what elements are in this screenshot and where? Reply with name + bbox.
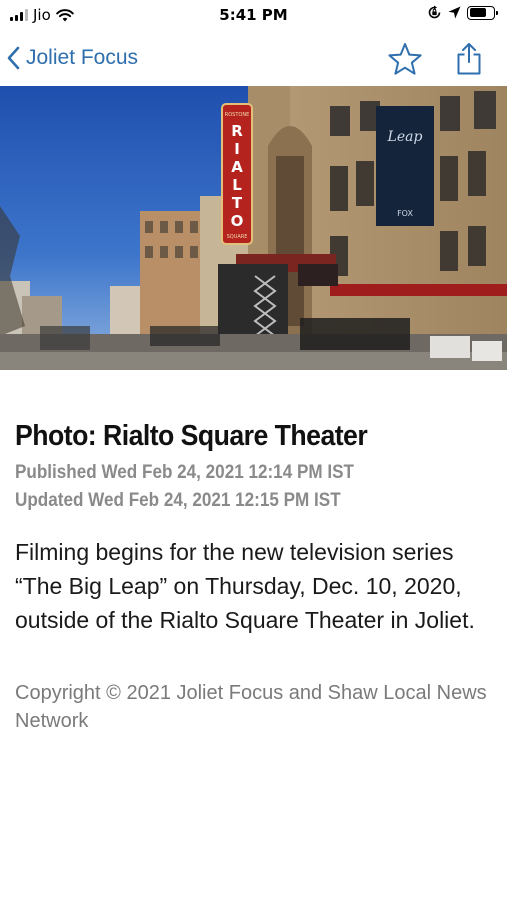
svg-text:L: L [232,176,242,194]
battery-icon [467,5,498,20]
svg-text:R: R [231,122,243,140]
updated-date: Updated Wed Feb 24, 2021 12:15 PM IST [15,490,341,511]
back-button-label: Joliet Focus [26,46,139,69]
svg-text:T: T [232,194,243,212]
status-bar-right [427,5,498,20]
svg-text:SQUARE: SQUARE [227,234,248,240]
location-arrow-icon [448,6,461,19]
svg-text:Leap: Leap [387,129,423,145]
share-button[interactable] [450,40,488,78]
svg-text:A: A [231,158,243,176]
theater-photo-illustration: Leap FOX ROSTONE R I A L T O SQUARE [0,86,507,370]
share-icon [457,43,481,75]
chevron-left-icon [7,46,20,70]
back-button[interactable]: Joliet Focus [6,40,138,76]
nav-bar: Joliet Focus [0,30,507,86]
orientation-lock-icon [428,5,441,19]
published-date: Published Wed Feb 24, 2021 12:14 PM IST [15,462,354,483]
svg-text:I: I [234,140,240,158]
status-bar: Jio 5:41 PM [0,0,507,30]
article-title: Photo: Rialto Square Theater [15,420,368,452]
article-photo: Leap FOX ROSTONE R I A L T O SQUARE [0,86,507,370]
svg-text:FOX: FOX [397,209,413,218]
star-icon [388,43,422,75]
article: Photo: Rialto Square Theater Published W… [15,420,495,735]
svg-text:O: O [231,212,244,230]
article-meta: Published Wed Feb 24, 2021 12:14 PM IST … [15,459,447,515]
svg-text:ROSTONE: ROSTONE [225,112,249,118]
bookmark-button[interactable] [386,40,424,78]
copyright-notice: Copyright © 2021 Joliet Focus and Shaw L… [15,682,487,732]
article-body: Filming begins for the new television se… [15,539,475,633]
